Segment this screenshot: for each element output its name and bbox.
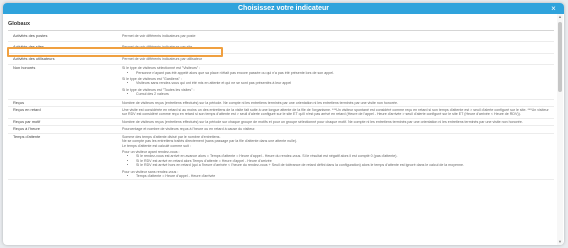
indicator-row-activites-postes[interactable]: Activités des postes Permet de voir diff…	[8, 31, 554, 43]
chevron-down-icon[interactable]: ▼	[557, 239, 563, 245]
indicator-description: Somme des temps d'attente divisé par le …	[122, 135, 554, 179]
description-paragraph: Le temps d'attente est calculé comme sui…	[122, 143, 191, 148]
description-bullet: Temps d'attente = Heure d'appel - Heure …	[136, 174, 550, 178]
indicator-name: Non honorés	[13, 65, 36, 71]
description-bullet: Personne n'ayant pas été appelé alors qu…	[136, 71, 550, 75]
indicator-name: Reçus	[13, 99, 25, 105]
indicator-row-activites-sites[interactable]: Activités des sites Permet de voir diffé…	[8, 42, 554, 54]
vertical-scrollbar[interactable]: ▲ ▼	[557, 14, 563, 245]
section-title: Globaux	[8, 14, 554, 31]
indicator-row-temps-attente[interactable]: Temps d'attente Somme des temps d'attent…	[8, 134, 554, 181]
modal-title: Choisissez votre indicateur	[237, 5, 330, 12]
indicator-row-recus-en-retard[interactable]: Reçus en retard Une visite est considéré…	[8, 107, 554, 119]
modal-header: Choisissez votre indicateur ×	[3, 3, 564, 14]
indicator-row-non-honores[interactable]: Non honorés Si le type de visiteurs séle…	[8, 65, 554, 100]
indicator-description: Permet de voir différents indicateurs pa…	[122, 34, 196, 38]
indicator-description: Nombre de visiteurs reçus (entretiens ef…	[122, 100, 398, 105]
indicator-description: Permet de voir différents indicateurs pa…	[122, 56, 203, 61]
indicator-name: Reçus à l'heure	[13, 126, 40, 132]
indicator-row-recus-par-motif[interactable]: Reçus par motif Nombre de visiteurs reçu…	[8, 118, 554, 127]
indicator-description: Nombre de visiteurs reçus (entretiens ef…	[122, 119, 523, 124]
description-bullet: Visiteurs sans rendez-vous qui ont été m…	[136, 81, 550, 85]
indicator-name: Activités des utilisateurs	[13, 55, 55, 61]
scrollbar-thumb[interactable]	[558, 22, 562, 92]
indicator-description: Une visite est considérée en retard si a…	[122, 108, 549, 117]
indicator-description: Permet de voir différents indicateurs pa…	[122, 45, 193, 50]
description-bullet: Cumul des 2 valeurs	[136, 92, 550, 96]
indicator-picker-modal: Choisissez votre indicateur × Globaux Ac…	[3, 3, 564, 245]
indicator-row-recus-a-l-heure[interactable]: Reçus à l'heure Pourcentage et nombre de…	[8, 126, 554, 134]
indicator-description: Pourcentage et nombre de visiteurs reçus…	[122, 127, 256, 132]
indicator-name: Temps d'attente	[13, 133, 41, 139]
indicator-name: Reçus en retard	[13, 107, 41, 113]
chevron-up-icon[interactable]: ▲	[557, 14, 563, 20]
indicator-name: Activités des sites	[13, 44, 44, 50]
indicator-list: Globaux Activités des postes Permet de v…	[8, 14, 554, 245]
indicator-name: Activités des postes	[13, 33, 48, 38]
modal-body: Globaux Activités des postes Permet de v…	[3, 14, 564, 245]
indicator-row-recus[interactable]: Reçus Nombre de visiteurs reçus (entreti…	[8, 99, 554, 108]
description-bullet: Si le RDV est arrivé hors en retard (qui…	[136, 163, 550, 167]
close-icon[interactable]: ×	[549, 3, 558, 14]
indicator-name: Reçus par motif	[13, 118, 41, 124]
indicator-row-activites-utilisateurs[interactable]: Activités des utilisateurs Permet de voi…	[8, 54, 554, 66]
indicator-description: Si le type de visiteurs sélectionné est …	[122, 66, 554, 96]
